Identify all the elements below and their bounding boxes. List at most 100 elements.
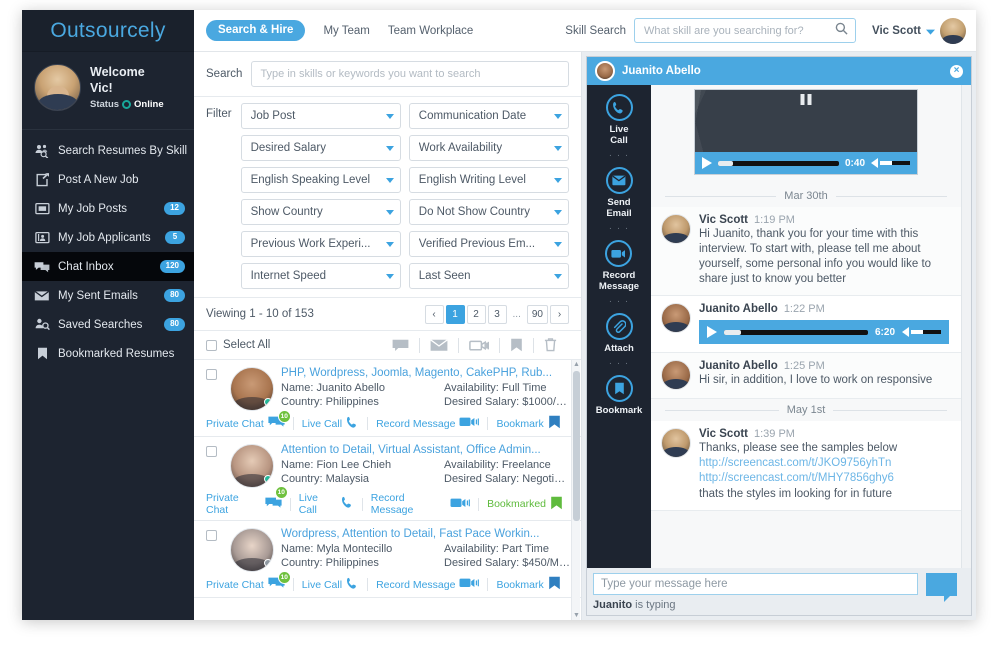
audio-player[interactable]: 6:20 [699, 320, 949, 344]
filter-internet-speed[interactable]: Internet Speed [240, 263, 401, 289]
volume-slider[interactable] [880, 161, 910, 165]
message-link-1[interactable]: http://screencast.com/t/JKO9756yhTn [699, 456, 949, 471]
private-chat-button[interactable]: Private Chat 10 [206, 486, 290, 516]
row-checkbox[interactable] [206, 530, 217, 541]
message-input[interactable] [593, 573, 918, 595]
avatar[interactable] [940, 17, 966, 44]
chevron-down-icon[interactable] [926, 22, 935, 40]
record-message-button[interactable]: Record Message [363, 492, 478, 516]
bookmark-icon [33, 346, 51, 362]
filter-last-seen[interactable]: Last Seen [408, 263, 569, 289]
sidebar-item-search-resumes[interactable]: Search Resumes By Skill [22, 136, 194, 165]
user-menu[interactable]: Vic Scott [872, 17, 966, 44]
result-actions: Private Chat 10 Live Call Record Message… [206, 410, 571, 432]
attach-button[interactable]: Attach [604, 313, 634, 354]
tab-team-workplace[interactable]: Team Workplace [388, 25, 473, 37]
filter-show-country[interactable]: Show Country [240, 199, 401, 225]
send-email-button[interactable]: Send Email [605, 167, 633, 219]
filter-desired-salary[interactable]: Desired Salary [240, 135, 401, 161]
volume-slider[interactable] [911, 330, 941, 334]
delete-icon[interactable] [534, 338, 567, 352]
bookmark-icon[interactable] [500, 338, 533, 352]
tab-my-team[interactable]: My Team [323, 25, 369, 37]
skill-search-input[interactable] [642, 23, 835, 38]
filter-communication-date[interactable]: Communication Date [408, 103, 569, 129]
sidebar-item-post-job[interactable]: Post A New Job [22, 165, 194, 194]
results-scrollbar[interactable]: ▲ ▼ [571, 360, 580, 620]
message-link-2[interactable]: http://screencast.com/t/MHY7856ghy6 [699, 471, 949, 486]
date-separator: May 1st [651, 399, 961, 421]
page-3[interactable]: 3 [487, 304, 507, 324]
search-input[interactable] [251, 61, 569, 87]
tab-search-and-hire[interactable]: Search & Hire [206, 20, 306, 41]
table-row[interactable]: PHP, Wordpress, Joomla, Magento, CakePHP… [194, 360, 581, 437]
record-message-button[interactable]: Record Message [599, 240, 639, 292]
live-call-button[interactable]: Live Call [605, 94, 633, 146]
avatar [34, 64, 81, 111]
online-status-icon [264, 475, 272, 483]
row-checkbox[interactable] [206, 446, 217, 457]
filter-work-availability[interactable]: Work Availability [408, 135, 569, 161]
page-90[interactable]: 90 [526, 304, 548, 324]
result-skills-link[interactable]: PHP, Wordpress, Joomla, Magento, CakePHP… [281, 367, 571, 379]
record-message-button[interactable]: Record Message [368, 577, 487, 592]
select-all-checkbox[interactable] [206, 339, 217, 351]
video-player[interactable]: 0:40 [694, 89, 918, 175]
sidebar-item-my-job-posts[interactable]: My Job Posts 12 [22, 194, 194, 223]
close-icon[interactable]: × [950, 64, 963, 78]
filter-english-writing-level[interactable]: English Writing Level [408, 167, 569, 193]
page-2[interactable]: 2 [466, 304, 486, 324]
page-next[interactable]: › [550, 304, 569, 324]
chat-icon[interactable] [382, 339, 419, 352]
sidebar-item-saved-searches[interactable]: Saved Searches 80 [22, 310, 194, 339]
record-message-icon[interactable] [459, 339, 499, 352]
row-checkbox[interactable] [206, 369, 217, 380]
table-row[interactable]: Attention to Detail, Virtual Assistant, … [194, 437, 581, 521]
avatar [595, 61, 615, 81]
filter-previous-work-experience[interactable]: Previous Work Experi... [240, 231, 401, 257]
send-message-button[interactable] [926, 573, 957, 602]
play-icon[interactable] [702, 157, 712, 169]
search-results-column: Search Filter Job Post Communication Dat… [194, 52, 582, 620]
live-call-button[interactable]: Live Call [294, 577, 367, 593]
bookmark-button[interactable]: Bookmarked [479, 496, 571, 513]
scroll-up-button[interactable]: ▲ [573, 360, 580, 369]
volume-control[interactable] [871, 158, 910, 168]
skill-search-box[interactable] [634, 18, 856, 43]
page-1[interactable]: 1 [445, 304, 465, 324]
filter-english-speaking-level[interactable]: English Speaking Level [240, 167, 401, 193]
bookmark-button[interactable]: Bookmark [596, 375, 642, 416]
live-call-button[interactable]: Live Call [291, 492, 362, 516]
bookmark-button[interactable]: Bookmark [488, 415, 568, 432]
email-icon[interactable] [420, 338, 458, 352]
filter-job-post[interactable]: Job Post [240, 103, 401, 129]
chevron-down-icon [554, 177, 562, 183]
table-row[interactable]: Wordpress, Attention to Detail, Fast Pac… [194, 521, 581, 598]
scrollbar-thumb[interactable] [573, 371, 580, 521]
sidebar-item-chat-inbox[interactable]: Chat Inbox 120 [22, 252, 194, 281]
volume-control[interactable] [902, 327, 941, 337]
seek-bar[interactable] [724, 329, 868, 335]
result-skills-link[interactable]: Attention to Detail, Virtual Assistant, … [281, 444, 571, 456]
sidebar-item-bookmarked-resumes[interactable]: Bookmarked Resumes [22, 339, 194, 368]
result-skills-link[interactable]: Wordpress, Attention to Detail, Fast Pac… [281, 528, 571, 540]
bookmark-button[interactable]: Bookmark [488, 576, 568, 593]
private-chat-button[interactable]: Private Chat 10 [206, 410, 293, 431]
pause-icon[interactable] [800, 94, 812, 105]
filter-verified-previous-employment[interactable]: Verified Previous Em... [408, 231, 569, 257]
chat-scrollbar[interactable] [961, 85, 971, 568]
live-call-button[interactable]: Live Call [294, 416, 367, 432]
sidebar-item-my-job-applicants[interactable]: My Job Applicants 5 [22, 223, 194, 252]
bookmark-label: Bookmark [496, 578, 544, 591]
play-icon[interactable] [707, 326, 717, 338]
seek-bar[interactable] [718, 160, 839, 166]
scroll-down-button[interactable]: ▼ [573, 611, 580, 620]
viewing-count: Viewing 1 - 10 of 153 [206, 308, 314, 320]
sidebar-item-sent-emails[interactable]: My Sent Emails 80 [22, 281, 194, 310]
private-chat-button[interactable]: Private Chat 10 [206, 571, 293, 592]
page-prev[interactable]: ‹ [424, 304, 444, 324]
filter-do-not-show-country[interactable]: Do Not Show Country [408, 199, 569, 225]
search-icon[interactable] [835, 22, 848, 40]
record-message-button[interactable]: Record Message [368, 416, 487, 431]
brand-logo[interactable]: Outsourcely [22, 10, 194, 52]
